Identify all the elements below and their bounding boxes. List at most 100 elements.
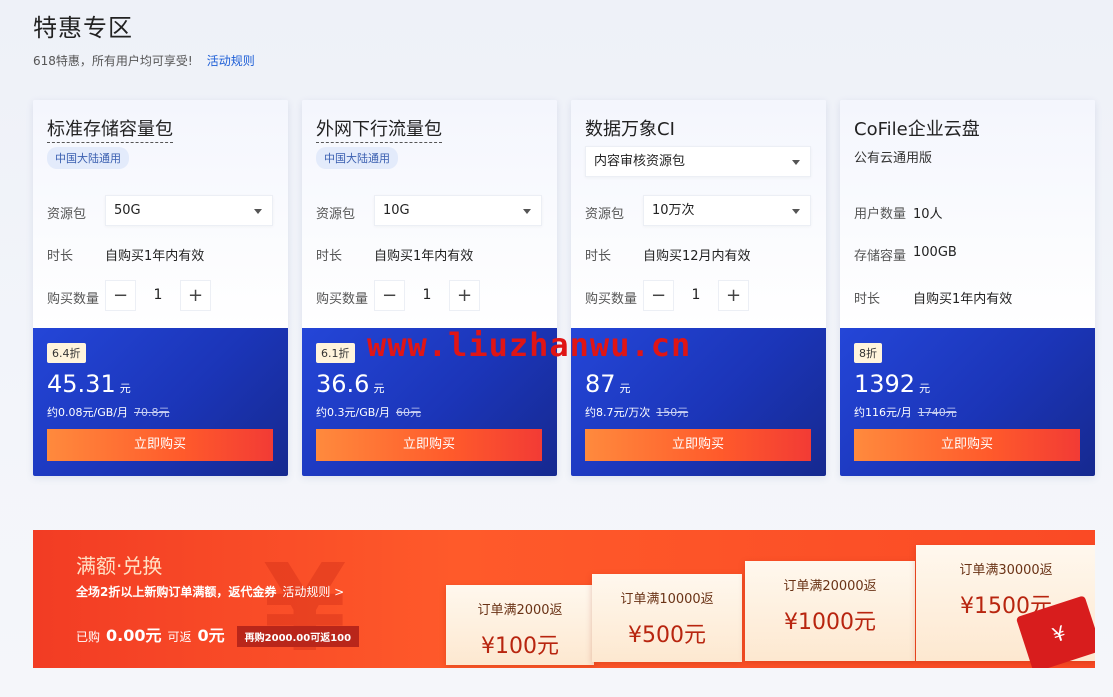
buy-button[interactable]: 立即购买 (585, 429, 811, 461)
duration-value: 自购买1年内有效 (913, 292, 1013, 307)
users-label: 用户数量 (854, 207, 907, 222)
card-title[interactable]: 外网下行流量包 (316, 115, 442, 143)
banner-title: 满额·兑换 (76, 554, 163, 578)
price-currency: 元 (373, 382, 385, 395)
package-type-select[interactable]: 内容审核资源包 (585, 146, 811, 177)
quantity-label: 购买数量 (47, 292, 100, 307)
duration-value: 自购买1年内有效 (374, 249, 474, 264)
product-card-standard-storage: 标准存储容量包 中国大陆通用 资源包 50G 时长 自购买1年内有效 购买数量 … (33, 100, 288, 476)
card-config-area: 外网下行流量包 中国大陆通用 资源包 10G 时长 自购买1年内有效 购买数量 … (302, 100, 557, 328)
coupon-amount: ¥1000元 (784, 610, 876, 635)
decrement-button[interactable]: − (105, 280, 136, 311)
increment-button[interactable]: + (180, 280, 211, 311)
decrement-button[interactable]: − (643, 280, 674, 311)
chevron-down-icon (523, 209, 531, 214)
progress-hint: 再购2000.00可返100 (236, 626, 360, 647)
yen-decoration-icon: ¥ (263, 540, 347, 668)
duration-label: 时长 (316, 249, 343, 264)
buy-button[interactable]: 立即购买 (316, 429, 542, 461)
coupon-title: 订单满2000返 (477, 603, 563, 618)
unit-price-text: 约0.3元/GB/月 (316, 406, 390, 419)
price-value: 1392 (854, 370, 916, 398)
price: 36.6 元 (316, 370, 384, 398)
card-price-area: 8折 1392 元 约116元/月 1740元 立即购买 (840, 328, 1095, 476)
duration-value: 自购买1年内有效 (105, 249, 205, 264)
edition-text: 公有云通用版 (854, 151, 933, 166)
subtitle-text: 618特惠，所有用户均可享受! (33, 54, 193, 68)
price-currency: 元 (919, 382, 931, 395)
price-value: 87 (585, 370, 616, 398)
resource-label: 资源包 (585, 207, 625, 222)
price: 45.31 元 (47, 370, 131, 398)
price-value: 45.31 (47, 370, 116, 398)
chevron-down-icon (792, 209, 800, 214)
quantity-label: 购买数量 (316, 292, 369, 307)
chevron-down-icon (792, 160, 800, 165)
quantity-value[interactable]: 1 (674, 280, 718, 311)
users-value: 10人 (913, 207, 943, 222)
increment-button[interactable]: + (718, 280, 749, 311)
original-price: 60元 (395, 406, 421, 419)
page-subtitle: 618特惠，所有用户均可享受! 活动规则 (33, 52, 255, 69)
bought-value: 0.00元 (106, 626, 162, 645)
buy-button[interactable]: 立即购买 (854, 429, 1080, 461)
original-price: 1740元 (917, 406, 957, 419)
unit-price: 约8.7元/万次 150元 (585, 404, 688, 420)
coupon-amount: ¥100元 (481, 634, 559, 659)
rules-link[interactable]: 活动规则 (207, 54, 255, 68)
page-title: 特惠专区 (33, 14, 133, 42)
coupon-amount: ¥500元 (628, 623, 706, 648)
promo-banner: ¥ 满额·兑换 全场2折以上新购订单满额，返代金券 活动规则 > 已购 0.00元… (33, 530, 1095, 668)
buy-button[interactable]: 立即购买 (47, 429, 273, 461)
return-value: 0元 (197, 626, 225, 645)
card-config-area: 标准存储容量包 中国大陆通用 资源包 50G 时长 自购买1年内有效 购买数量 … (33, 100, 288, 328)
price-currency: 元 (619, 382, 631, 395)
resource-select-value: 10万次 (652, 203, 695, 218)
coupon-title: 订单满30000返 (959, 563, 1053, 578)
banner-rules-link[interactable]: 活动规则 > (282, 585, 344, 599)
quantity-value[interactable]: 1 (405, 280, 449, 311)
duration-value: 自购买12月内有效 (643, 249, 751, 264)
resource-select[interactable]: 10G (374, 195, 542, 226)
card-config-area: CoFile企业云盘 公有云通用版 用户数量 10人 存储容量 100GB 时长… (840, 100, 1095, 328)
price-value: 36.6 (316, 370, 370, 398)
coupon-card: 订单满20000返 ¥1000元 (745, 561, 915, 661)
card-title: 数据万象CI (585, 119, 675, 140)
banner-desc-text: 全场2折以上新购订单满额，返代金券 (76, 585, 277, 599)
bought-label: 已购 (76, 630, 101, 644)
increment-button[interactable]: + (449, 280, 480, 311)
product-card-ci: 数据万象CI 内容审核资源包 资源包 10万次 时长 自购买12月内有效 购买数… (571, 100, 826, 476)
quantity-stepper: − 1 + (643, 280, 749, 311)
duration-label: 时长 (585, 249, 612, 264)
price: 87 元 (585, 370, 631, 398)
original-price: 70.8元 (133, 406, 170, 419)
unit-price: 约0.3元/GB/月 60元 (316, 404, 421, 420)
region-tag: 中国大陆通用 (316, 147, 398, 169)
resource-select-value: 10G (383, 203, 410, 218)
quantity-stepper: − 1 + (374, 280, 480, 311)
product-card-traffic: 外网下行流量包 中国大陆通用 资源包 10G 时长 自购买1年内有效 购买数量 … (302, 100, 557, 476)
coupon-card: 订单满2000返 ¥100元 (446, 585, 594, 665)
discount-badge: 6.1折 (316, 343, 355, 363)
coupon-title: 订单满20000返 (783, 579, 877, 594)
resource-select[interactable]: 10万次 (643, 195, 811, 226)
price-currency: 元 (119, 382, 131, 395)
unit-price-text: 约116元/月 (854, 406, 912, 419)
resource-select[interactable]: 50G (105, 195, 273, 226)
decrement-button[interactable]: − (374, 280, 405, 311)
discount-badge: 8折 (854, 343, 882, 363)
storage-value: 100GB (913, 245, 957, 260)
chevron-down-icon (254, 209, 262, 214)
product-card-cofile: CoFile企业云盘 公有云通用版 用户数量 10人 存储容量 100GB 时长… (840, 100, 1095, 476)
card-title[interactable]: 标准存储容量包 (47, 115, 173, 143)
resource-label: 资源包 (47, 207, 87, 222)
duration-label: 时长 (854, 292, 881, 307)
original-price: 150元 (656, 406, 689, 419)
quantity-value[interactable]: 1 (136, 280, 180, 311)
card-title: CoFile企业云盘 (854, 119, 980, 140)
coupon-card: 订单满10000返 ¥500元 (592, 574, 742, 662)
card-price-area: 6.4折 45.31 元 约0.08元/GB/月 70.8元 立即购买 (33, 328, 288, 476)
unit-price: 约116元/月 1740元 (854, 404, 957, 420)
quantity-stepper: − 1 + (105, 280, 211, 311)
card-config-area: 数据万象CI 内容审核资源包 资源包 10万次 时长 自购买12月内有效 购买数… (571, 100, 826, 328)
